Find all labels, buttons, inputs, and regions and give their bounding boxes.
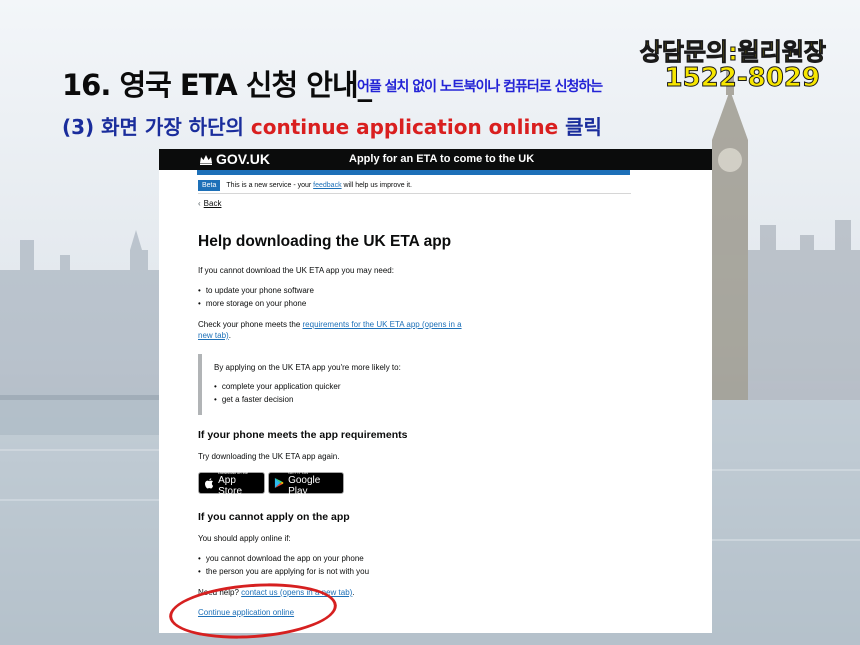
section-heading-app-requirements: If your phone meets the app requirements: [198, 429, 408, 441]
apple-icon: [205, 478, 214, 489]
phase-banner: Beta This is a new service - your feedba…: [198, 178, 631, 194]
list-item: the person you are applying for is not w…: [198, 565, 369, 578]
phase-text-after: will help us improve it.: [341, 182, 412, 189]
inset-intro: By applying on the UK ETA app you're mor…: [214, 363, 401, 372]
govuk-logo-link[interactable]: GOV.UK: [199, 151, 270, 167]
contact-phone: 1522-8029: [664, 63, 821, 94]
list-item: complete your application quicker: [214, 380, 341, 393]
section-heading-cannot-apply: If you cannot apply on the app: [198, 511, 350, 523]
inset-text: By applying on the UK ETA app you're mor…: [198, 354, 458, 415]
list-item: to update your phone software: [198, 284, 314, 297]
app-store-label: Download on the App Store: [218, 470, 259, 497]
chevron-left-icon: ‹: [198, 199, 201, 208]
service-name-link[interactable]: Apply for an ETA to come to the UK: [349, 153, 534, 165]
subtitle-suffix: 클릭: [558, 115, 602, 139]
requirements-link-line2[interactable]: new tab): [198, 331, 229, 340]
subtitle-highlight: continue application online: [250, 115, 559, 139]
phase-banner-text: This is a new service - your feedback wi…: [226, 182, 412, 189]
govuk-logo-text: GOV.UK: [216, 151, 270, 167]
page-heading: Help downloading the UK ETA app: [198, 233, 452, 250]
google-play-big-text: Google Play: [288, 474, 321, 497]
help-text-after: .: [352, 588, 355, 597]
section2-intro: You should apply online if:: [198, 534, 291, 543]
slide-subtitle: (3) 화면 가장 하단의 continue application onlin…: [62, 111, 602, 140]
back-link-text: Back: [203, 199, 222, 208]
list-item: you cannot download the app on your phon…: [198, 552, 369, 565]
header-blue-bar: [197, 170, 630, 175]
phase-text-before: This is a new service - your: [226, 182, 314, 189]
inset-list: complete your application quicker get a …: [214, 380, 341, 406]
app-store-big-text: App Store: [218, 474, 243, 497]
requirements-link-line1[interactable]: requirements for the UK ETA app (opens i…: [303, 320, 462, 329]
needs-list: to update your phone software more stora…: [198, 284, 314, 310]
subtitle-prefix: (3) 화면 가장 하단의: [62, 115, 251, 139]
beta-tag: Beta: [198, 180, 221, 191]
list-item: get a faster decision: [214, 393, 341, 406]
section1-text: Try downloading the UK ETA app again.: [198, 452, 340, 461]
slide-title: 16. 영국 ETA 신청 안내_: [62, 68, 372, 102]
google-play-button[interactable]: GET IT ON Google Play: [268, 470, 344, 497]
requirements-text-after: .: [228, 331, 231, 340]
govuk-header: GOV.UK Apply for an ETA to come to the U…: [159, 149, 712, 170]
back-link[interactable]: ‹ Back: [198, 199, 221, 208]
govuk-page-screenshot: GOV.UK Apply for an ETA to come to the U…: [159, 149, 712, 633]
slide-title-sub: 어플 설치 없이 노트북이나 컴퓨터로 신청하는: [357, 79, 603, 95]
feedback-link[interactable]: feedback: [313, 182, 341, 189]
requirements-paragraph: Check your phone meets the requirements …: [198, 319, 462, 341]
requirements-text-before: Check your phone meets the: [198, 320, 303, 329]
intro-text: If you cannot download the UK ETA app yo…: [198, 266, 394, 275]
google-play-label: GET IT ON Google Play: [288, 470, 338, 497]
google-play-icon: [274, 477, 284, 489]
app-store-button[interactable]: Download on the App Store: [198, 470, 265, 497]
contact-box: 상담문의:윌리원장 1522-8029: [639, 38, 826, 94]
list-item: more storage on your phone: [198, 297, 314, 310]
crown-icon: [200, 155, 212, 165]
contact-label: 상담문의:윌리원장: [639, 38, 826, 66]
apply-online-list: you cannot download the app on your phon…: [198, 552, 369, 578]
